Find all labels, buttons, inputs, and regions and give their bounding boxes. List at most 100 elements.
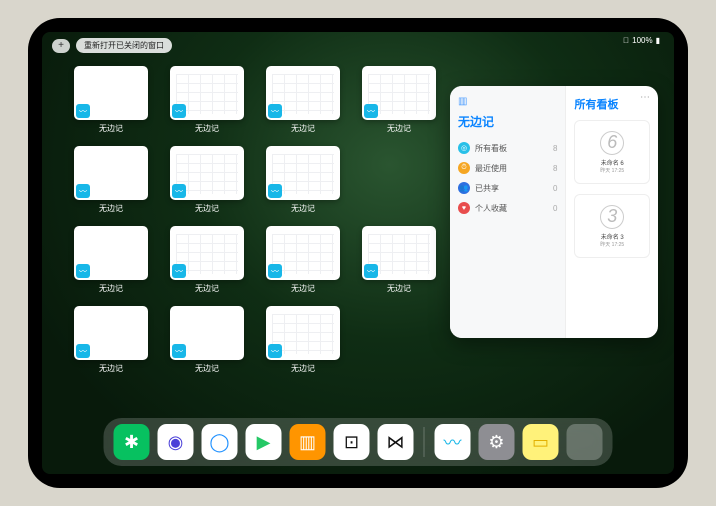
- board-card[interactable]: 3未命名 3昨天 17:25: [574, 194, 650, 258]
- window-thumbnail[interactable]: 〰无边记: [166, 146, 248, 214]
- thumbnail-preview: 〰: [74, 226, 148, 280]
- thumbnail-preview: 〰: [170, 146, 244, 200]
- freeform-app-icon: 〰: [172, 104, 186, 118]
- board-thumbnail: 3: [600, 205, 624, 229]
- battery-icon: ▮: [656, 36, 660, 45]
- thumbnail-preview: 〰: [170, 66, 244, 120]
- settings-app-icon[interactable]: ⚙: [479, 424, 515, 460]
- freeform-app-icon: 〰: [76, 184, 90, 198]
- freeform-app-icon: 〰: [172, 344, 186, 358]
- thumbnail-preview: 〰: [266, 66, 340, 120]
- board-card[interactable]: 6未命名 6昨天 17:25: [574, 120, 650, 184]
- freeform-app-icon: 〰: [268, 344, 282, 358]
- category-icon: 👥: [458, 182, 470, 194]
- thumbnail-preview: 〰: [362, 226, 436, 280]
- window-thumbnail[interactable]: 〰无边记: [70, 226, 152, 294]
- sidebar-toggle-icon[interactable]: ▥: [458, 96, 557, 107]
- window-thumbnail[interactable]: 〰无边记: [70, 146, 152, 214]
- top-bar: + 重新打开已关闭的窗口: [52, 38, 172, 53]
- freeform-app-icon[interactable]: 〰: [435, 424, 471, 460]
- thumbnail-preview: 〰: [266, 306, 340, 360]
- ipad-frame: 􀙇 100% ▮ + 重新打开已关闭的窗口 〰无边记〰无边记〰无边记〰无边记〰无…: [28, 18, 688, 488]
- category-count: 8: [553, 164, 557, 173]
- thumbnail-preview: 〰: [74, 146, 148, 200]
- game-app-icon[interactable]: ⊡: [334, 424, 370, 460]
- social-app-icon[interactable]: ⋈: [378, 424, 414, 460]
- category-label: 已共享: [475, 183, 499, 194]
- freeform-app-icon: 〰: [76, 264, 90, 278]
- thumbnail-preview: 〰: [362, 66, 436, 120]
- popup-sidebar: ▥ 无边记 ◎所有看板8⏱最近使用8👥已共享0♥个人收藏0: [450, 86, 566, 338]
- board-thumbnail: 6: [600, 131, 624, 155]
- thumbnail-label: 无边记: [291, 123, 315, 134]
- category-count: 0: [553, 204, 557, 213]
- freeform-app-icon: 〰: [172, 264, 186, 278]
- new-window-button[interactable]: +: [52, 39, 70, 53]
- thumbnail-label: 无边记: [387, 283, 411, 294]
- wechat-app-icon[interactable]: ✱: [114, 424, 150, 460]
- thumbnail-preview: 〰: [266, 226, 340, 280]
- popup-right-title: 所有看板: [574, 96, 650, 112]
- category-icon: ◎: [458, 142, 470, 154]
- thumbnail-label: 无边记: [99, 203, 123, 214]
- freeform-app-icon: 〰: [364, 104, 378, 118]
- thumbnail-label: 无边记: [291, 283, 315, 294]
- books-app-icon[interactable]: ▥: [290, 424, 326, 460]
- window-thumbnail[interactable]: 〰无边记: [262, 306, 344, 374]
- thumbnail-label: 无边记: [195, 363, 219, 374]
- thumbnail-label: 无边记: [195, 123, 219, 134]
- window-thumbnail[interactable]: 〰无边记: [166, 306, 248, 374]
- freeform-app-icon: 〰: [268, 184, 282, 198]
- sidebar-popup: ⋯ ▥ 无边记 ◎所有看板8⏱最近使用8👥已共享0♥个人收藏0 所有看板 6未命…: [450, 86, 658, 338]
- sidebar-item[interactable]: ♥ 个人收藏 0: [458, 198, 557, 218]
- app-library-button[interactable]: [567, 424, 603, 460]
- status-bar: 􀙇 100% ▮: [623, 36, 660, 45]
- category-icon: ♥: [458, 202, 470, 214]
- freeform-app-icon: 〰: [268, 104, 282, 118]
- window-thumbnail[interactable]: 〰无边记: [70, 306, 152, 374]
- window-thumbnail[interactable]: 〰无边记: [358, 226, 440, 294]
- sidebar-item[interactable]: 👥 已共享 0: [458, 178, 557, 198]
- reopen-closed-window-button[interactable]: 重新打开已关闭的窗口: [76, 38, 172, 53]
- window-thumbnails: 〰无边记〰无边记〰无边记〰无边记〰无边记〰无边记〰无边记〰无边记〰无边记〰无边记…: [70, 66, 440, 374]
- browser-blue-app-icon[interactable]: ◯: [202, 424, 238, 460]
- category-label: 所有看板: [475, 143, 507, 154]
- thumbnail-label: 无边记: [387, 123, 411, 134]
- freeform-app-icon: 〰: [76, 344, 90, 358]
- category-count: 8: [553, 144, 557, 153]
- thumbnail-label: 无边记: [195, 283, 219, 294]
- window-thumbnail[interactable]: 〰无边记: [70, 66, 152, 134]
- window-thumbnail[interactable]: 〰无边记: [166, 226, 248, 294]
- popup-content: 所有看板 6未命名 6昨天 17:253未命名 3昨天 17:25: [566, 86, 658, 338]
- window-thumbnail[interactable]: 〰无边记: [166, 66, 248, 134]
- category-icon: ⏱: [458, 162, 470, 174]
- notes-app-icon[interactable]: ▭: [523, 424, 559, 460]
- sidebar-item[interactable]: ◎ 所有看板 8: [458, 138, 557, 158]
- window-thumbnail[interactable]: 〰无边记: [262, 146, 344, 214]
- more-icon[interactable]: ⋯: [640, 92, 650, 103]
- thumbnail-label: 无边记: [99, 363, 123, 374]
- freeform-app-icon: 〰: [268, 264, 282, 278]
- category-label: 最近使用: [475, 163, 507, 174]
- thumbnail-preview: 〰: [170, 226, 244, 280]
- sidebar-item[interactable]: ⏱ 最近使用 8: [458, 158, 557, 178]
- category-count: 0: [553, 184, 557, 193]
- window-thumbnail[interactable]: 〰无边记: [358, 66, 440, 134]
- window-thumbnail[interactable]: 〰无边记: [262, 66, 344, 134]
- category-label: 个人收藏: [475, 203, 507, 214]
- thumbnail-preview: 〰: [74, 66, 148, 120]
- freeform-app-icon: 〰: [364, 264, 378, 278]
- thumbnail-preview: 〰: [170, 306, 244, 360]
- board-date: 昨天 17:25: [600, 167, 624, 174]
- browser-purple-app-icon[interactable]: ◉: [158, 424, 194, 460]
- dock-separator: [424, 427, 425, 457]
- thumbnail-label: 无边记: [291, 203, 315, 214]
- wifi-icon: 􀙇: [623, 36, 629, 45]
- window-thumbnail[interactable]: 〰无边记: [262, 226, 344, 294]
- freeform-app-icon: 〰: [76, 104, 90, 118]
- thumbnail-label: 无边记: [99, 283, 123, 294]
- battery-label: 100%: [632, 36, 652, 45]
- thumbnail-label: 无边记: [291, 363, 315, 374]
- video-app-icon[interactable]: ▶: [246, 424, 282, 460]
- board-name: 未命名 3: [601, 232, 624, 241]
